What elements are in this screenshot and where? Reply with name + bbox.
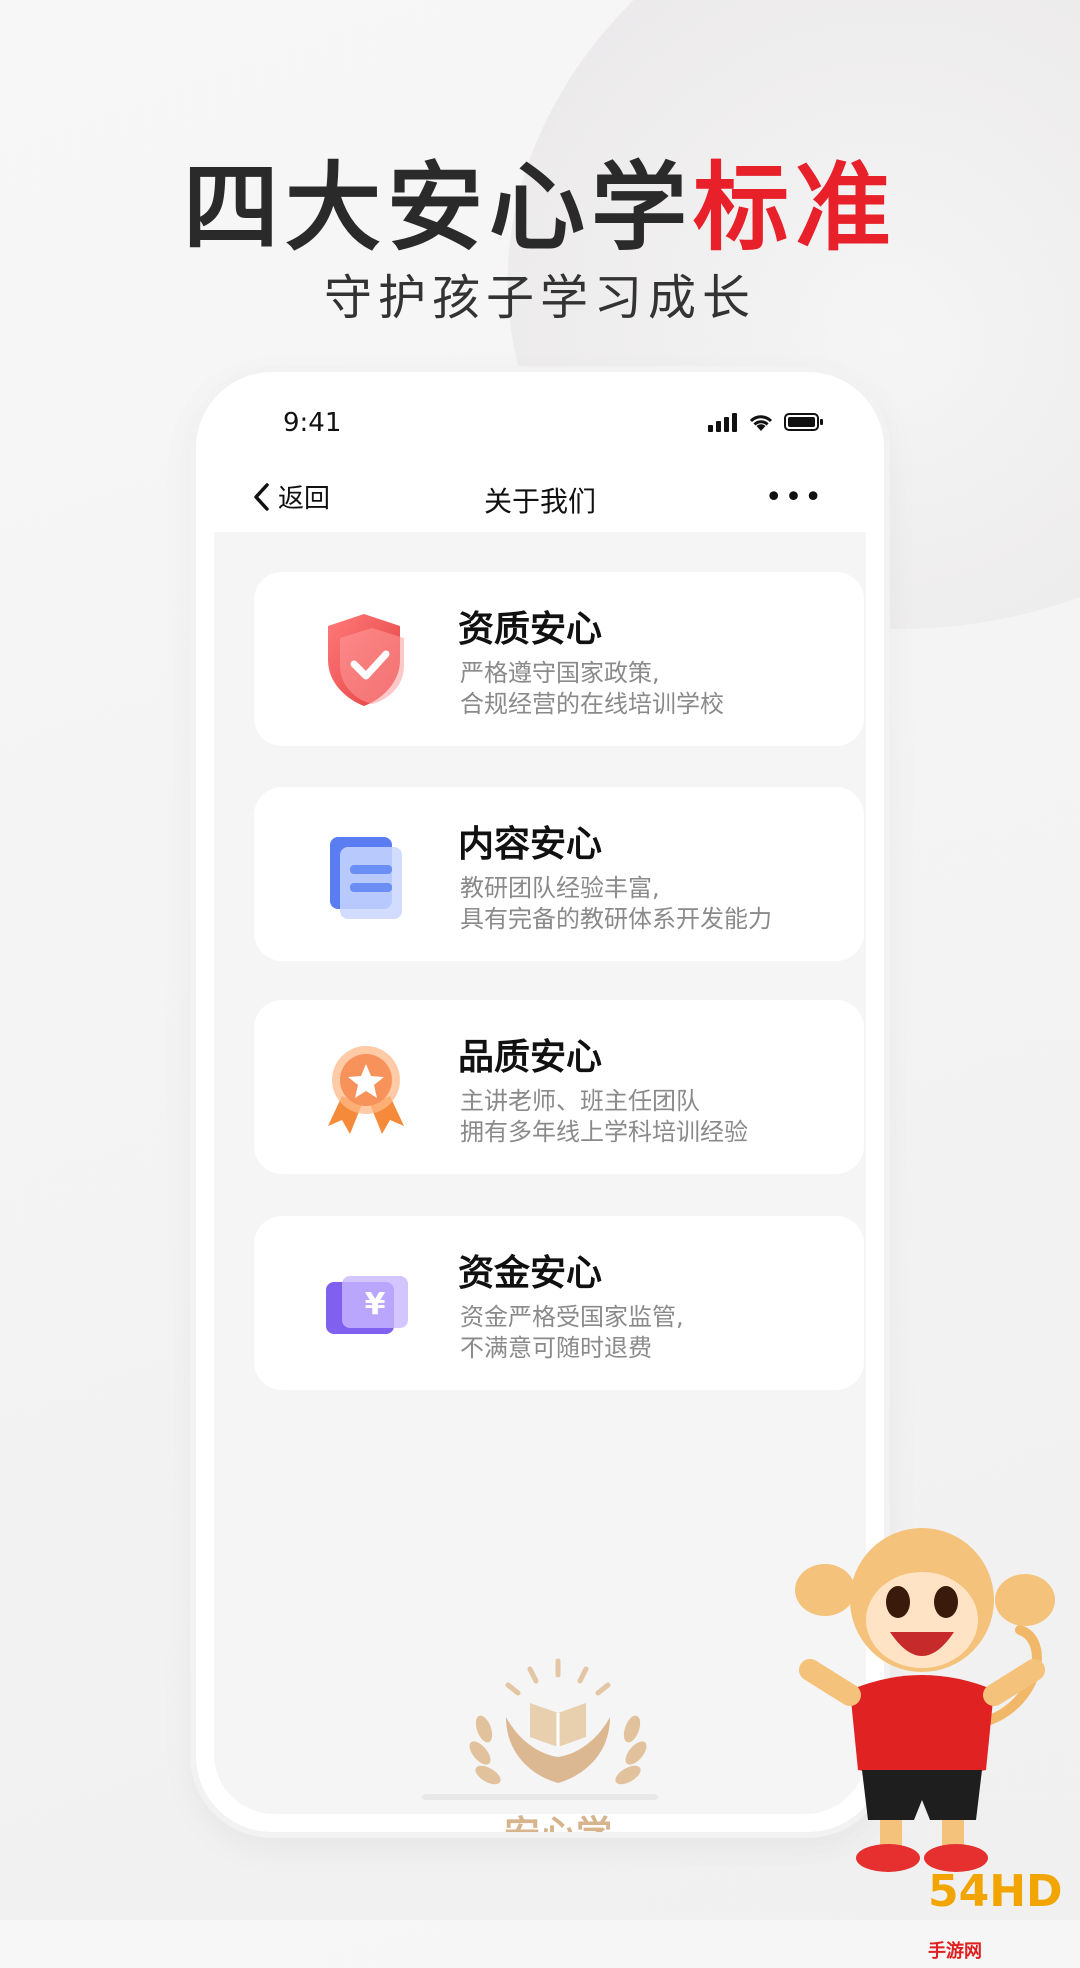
card-desc-line: 教研团队经验丰富, <box>460 874 660 902</box>
monkey-mascot <box>790 1520 1060 1880</box>
book-icon <box>314 823 418 927</box>
card-desc-line: 资金严格受国家监管, <box>460 1303 684 1331</box>
logo-text: 安心学 <box>446 1805 670 1832</box>
card-title: 内容安心 <box>458 824 603 865</box>
card-qualification[interactable]: 资质安心 严格遵守国家政策, 合规经营的在线培训学校 <box>254 572 864 746</box>
card-title: 资质安心 <box>458 609 603 650</box>
card-content[interactable]: 内容安心 教研团队经验丰富, 具有完备的教研体系开发能力 <box>254 787 864 961</box>
medal-star-icon <box>314 1036 418 1140</box>
card-description: 严格遵守国家政策, 合规经营的在线培训学校 <box>460 658 724 720</box>
card-funds[interactable]: ¥ 资金安心 资金严格受国家监管, 不满意可随时退费 <box>254 1216 864 1390</box>
card-desc-line: 拥有多年线上学科培训经验 <box>460 1118 748 1146</box>
card-title: 品质安心 <box>458 1037 603 1078</box>
watermark-main: 54HD <box>928 1866 1063 1917</box>
wifi-icon <box>749 415 773 431</box>
promo-headline: 四大安心学标准 <box>0 130 1080 269</box>
card-desc-line: 合规经营的在线培训学校 <box>460 690 724 718</box>
signal-icon <box>708 413 737 432</box>
card-description: 主讲老师、班主任团队 拥有多年线上学科培训经验 <box>460 1086 748 1148</box>
phone-mockup: 9:41 返回 关于我们 ••• 资质安心 严格遵守国家政策, 合规经营的在线培… <box>196 372 884 1832</box>
status-bar: 9:41 <box>196 408 884 448</box>
content-area: 资质安心 严格遵守国家政策, 合规经营的在线培训学校 内容安心 教研团队经验丰富… <box>214 532 866 1832</box>
anxinxue-logo: 安心学 <box>446 1657 670 1832</box>
card-desc-line: 主讲老师、班主任团队 <box>460 1087 700 1115</box>
watermark-sub: 手游网 <box>928 1941 982 1962</box>
battery-icon <box>784 413 823 431</box>
headline-dark: 四大安心学 <box>183 152 693 264</box>
yuan-money-icon: ¥ <box>314 1252 418 1356</box>
promo-subheadline: 守护孩子学习成长 <box>323 270 756 326</box>
card-title: 资金安心 <box>458 1253 603 1294</box>
nav-bar: 返回 关于我们 ••• <box>196 472 884 532</box>
shield-check-icon <box>314 608 418 712</box>
card-description: 教研团队经验丰富, 具有完备的教研体系开发能力 <box>460 873 772 935</box>
card-desc-line: 严格遵守国家政策, <box>460 659 660 687</box>
home-indicator <box>422 1794 658 1800</box>
card-desc-line: 不满意可随时退费 <box>460 1334 652 1362</box>
status-time: 9:41 <box>283 408 342 438</box>
more-menu-button[interactable]: ••• <box>765 480 824 515</box>
site-watermark: 54HD 手游网 <box>928 1866 1080 1968</box>
card-quality[interactable]: 品质安心 主讲老师、班主任团队 拥有多年线上学科培训经验 <box>254 1000 864 1174</box>
card-desc-line: 具有完备的教研体系开发能力 <box>460 905 772 933</box>
headline-red: 标准 <box>693 152 897 264</box>
svg-text:¥: ¥ <box>365 1287 386 1322</box>
card-description: 资金严格受国家监管, 不满意可随时退费 <box>460 1302 684 1364</box>
